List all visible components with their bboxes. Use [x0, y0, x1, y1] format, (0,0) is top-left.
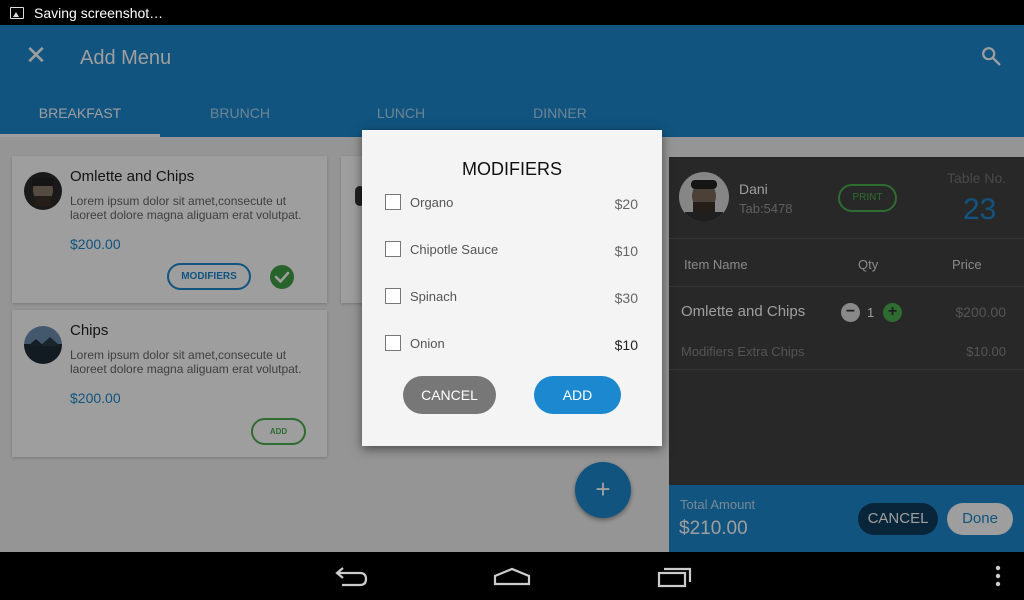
modifier-option-label: Organo: [410, 195, 454, 210]
modifier-option[interactable]: Spinach $30: [385, 286, 647, 306]
recents-icon[interactable]: [655, 564, 695, 588]
modifier-checkbox[interactable]: [385, 335, 401, 351]
home-icon[interactable]: [492, 564, 532, 588]
dialog-cancel-button[interactable]: CANCEL: [403, 376, 496, 414]
modifier-option[interactable]: Organo $20: [385, 192, 647, 212]
modifier-checkbox[interactable]: [385, 194, 401, 210]
modifier-option[interactable]: Chipotle Sauce $10: [385, 239, 647, 259]
modifier-option-price: $10: [614, 243, 638, 259]
back-icon[interactable]: [330, 564, 370, 588]
dialog-add-button[interactable]: ADD: [534, 376, 621, 414]
modifier-checkbox[interactable]: [385, 241, 401, 257]
notification-text: Saving screenshot…: [34, 4, 164, 21]
status-bar: Saving screenshot…: [0, 0, 1024, 25]
modifier-option-label: Spinach: [410, 289, 457, 304]
modifier-option-price: $20: [614, 196, 638, 212]
modifier-option[interactable]: Onion $10: [385, 333, 647, 353]
app-window: ✕ Add Menu BREAKFAST BRUNCH LUNCH DINNER…: [0, 25, 1024, 552]
modifier-option-label: Onion: [410, 336, 445, 351]
modifier-option-price: $10: [614, 337, 638, 353]
overflow-menu-icon[interactable]: [978, 564, 1018, 588]
modifiers-dialog: MODIFIERS Organo $20 Chipotle Sauce $10 …: [362, 130, 662, 446]
modifier-checkbox[interactable]: [385, 288, 401, 304]
modifier-option-price: $30: [614, 290, 638, 306]
image-icon: [10, 6, 24, 19]
dialog-title: MODIFIERS: [461, 159, 562, 179]
navigation-bar: [0, 552, 1024, 600]
modifier-option-label: Chipotle Sauce: [410, 242, 499, 257]
